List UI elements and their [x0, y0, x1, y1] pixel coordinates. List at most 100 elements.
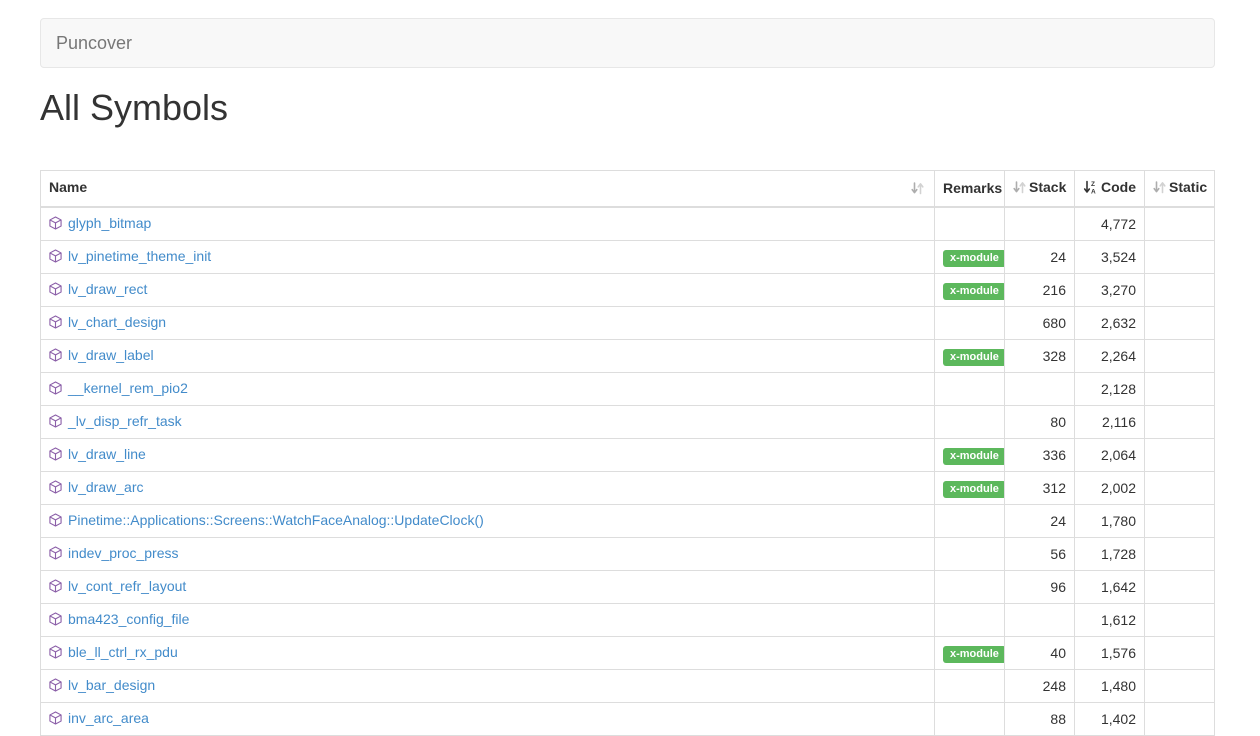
symbol-link[interactable]: lv_draw_line: [68, 446, 146, 462]
x-module-badge: x-module: [943, 349, 1005, 366]
table-row: lv_draw_label x-module 328 2,264: [41, 339, 1215, 372]
sort-both-icon: [911, 180, 924, 200]
table-row: lv_pinetime_theme_init x-module 24 3,524: [41, 240, 1215, 273]
remarks-cell: x-module: [935, 240, 1005, 273]
stack-value: [1005, 603, 1075, 636]
remarks-cell: [935, 570, 1005, 603]
column-header[interactable]: Z A Code: [1075, 170, 1145, 207]
code-value: 1,576: [1075, 636, 1145, 669]
symbol-link[interactable]: indev_proc_press: [68, 545, 179, 561]
symbol-link[interactable]: lv_bar_design: [68, 677, 155, 693]
static-value: [1145, 306, 1215, 339]
code-value: 1,780: [1075, 504, 1145, 537]
table-header-row: Name Remarks Stack Z A Code Static: [41, 170, 1215, 207]
symbol-link[interactable]: lv_draw_arc: [68, 479, 143, 495]
remarks-cell: x-module: [935, 636, 1005, 669]
static-value: [1145, 240, 1215, 273]
static-value: [1145, 273, 1215, 306]
remarks-cell: [935, 504, 1005, 537]
code-value: 2,128: [1075, 372, 1145, 405]
code-value: 4,772: [1075, 207, 1145, 241]
code-value: 1,612: [1075, 603, 1145, 636]
remarks-cell: [935, 372, 1005, 405]
x-module-badge: x-module: [943, 250, 1005, 267]
column-header[interactable]: Name: [41, 170, 935, 207]
remarks-cell: x-module: [935, 438, 1005, 471]
static-value: [1145, 504, 1215, 537]
cube-icon: [49, 314, 62, 334]
cube-icon: [49, 512, 62, 532]
code-value: 2,116: [1075, 405, 1145, 438]
stack-value: 248: [1005, 669, 1075, 702]
code-value: 1,728: [1075, 537, 1145, 570]
cube-icon: [49, 578, 62, 598]
svg-text:Z: Z: [1091, 181, 1095, 188]
stack-value: 40: [1005, 636, 1075, 669]
code-value: 1,642: [1075, 570, 1145, 603]
static-value: [1145, 669, 1215, 702]
code-value: 2,264: [1075, 339, 1145, 372]
table-row: lv_draw_arc x-module 312 2,002: [41, 471, 1215, 504]
stack-value: 336: [1005, 438, 1075, 471]
column-header-label: Remarks: [943, 180, 1002, 196]
cube-icon: [49, 479, 62, 499]
column-header[interactable]: Stack: [1005, 170, 1075, 207]
remarks-cell: x-module: [935, 471, 1005, 504]
symbol-link[interactable]: Pinetime::Applications::Screens::WatchFa…: [68, 512, 484, 528]
navbar-brand[interactable]: Puncover: [41, 19, 147, 67]
remarks-cell: x-module: [935, 273, 1005, 306]
symbols-table-wrap: Name Remarks Stack Z A Code Static: [40, 170, 1215, 736]
table-row: lv_bar_design 248 1,480: [41, 669, 1215, 702]
table-row: glyph_bitmap 4,772: [41, 207, 1215, 241]
x-module-badge: x-module: [943, 448, 1005, 465]
cube-icon: [49, 545, 62, 565]
static-value: [1145, 570, 1215, 603]
static-value: [1145, 339, 1215, 372]
symbol-link[interactable]: ble_ll_ctrl_rx_pdu: [68, 644, 178, 660]
table-row: __kernel_rem_pio2 2,128: [41, 372, 1215, 405]
code-value: 3,524: [1075, 240, 1145, 273]
stack-value: 88: [1005, 702, 1075, 735]
column-header[interactable]: Static: [1145, 170, 1215, 207]
stack-value: [1005, 372, 1075, 405]
remarks-cell: [935, 306, 1005, 339]
page-title: All Symbols: [40, 88, 1215, 128]
table-row: _lv_disp_refr_task 80 2,116: [41, 405, 1215, 438]
symbol-link[interactable]: lv_pinetime_theme_init: [68, 248, 211, 264]
table-row: lv_draw_line x-module 336 2,064: [41, 438, 1215, 471]
x-module-badge: x-module: [943, 283, 1005, 300]
column-header-label: Code: [1101, 179, 1136, 195]
code-value: 3,270: [1075, 273, 1145, 306]
static-value: [1145, 537, 1215, 570]
static-value: [1145, 207, 1215, 241]
remarks-cell: x-module: [935, 339, 1005, 372]
symbol-link[interactable]: lv_draw_rect: [68, 281, 147, 297]
remarks-cell: [935, 702, 1005, 735]
code-value: 1,402: [1075, 702, 1145, 735]
stack-value: 312: [1005, 471, 1075, 504]
table-row: lv_cont_refr_layout 96 1,642: [41, 570, 1215, 603]
stack-value: 24: [1005, 504, 1075, 537]
symbol-link[interactable]: lv_cont_refr_layout: [68, 578, 186, 594]
column-header-label: Static: [1169, 179, 1207, 195]
column-header-label: Name: [49, 179, 87, 195]
remarks-cell: [935, 207, 1005, 241]
stack-value: 56: [1005, 537, 1075, 570]
x-module-badge: x-module: [943, 646, 1005, 663]
cube-icon: [49, 281, 62, 301]
static-value: [1145, 372, 1215, 405]
code-value: 2,064: [1075, 438, 1145, 471]
symbol-link[interactable]: _lv_disp_refr_task: [68, 413, 182, 429]
cube-icon: [49, 710, 62, 730]
stack-value: [1005, 207, 1075, 241]
static-value: [1145, 405, 1215, 438]
x-module-badge: x-module: [943, 481, 1005, 498]
symbol-link[interactable]: bma423_config_file: [68, 611, 189, 627]
symbol-link[interactable]: glyph_bitmap: [68, 215, 151, 231]
table-row: ble_ll_ctrl_rx_pdu x-module 40 1,576: [41, 636, 1215, 669]
symbol-link[interactable]: __kernel_rem_pio2: [68, 380, 188, 396]
symbol-link[interactable]: lv_draw_label: [68, 347, 154, 363]
table-row: lv_draw_rect x-module 216 3,270: [41, 273, 1215, 306]
symbol-link[interactable]: lv_chart_design: [68, 314, 166, 330]
symbol-link[interactable]: inv_arc_area: [68, 710, 149, 726]
